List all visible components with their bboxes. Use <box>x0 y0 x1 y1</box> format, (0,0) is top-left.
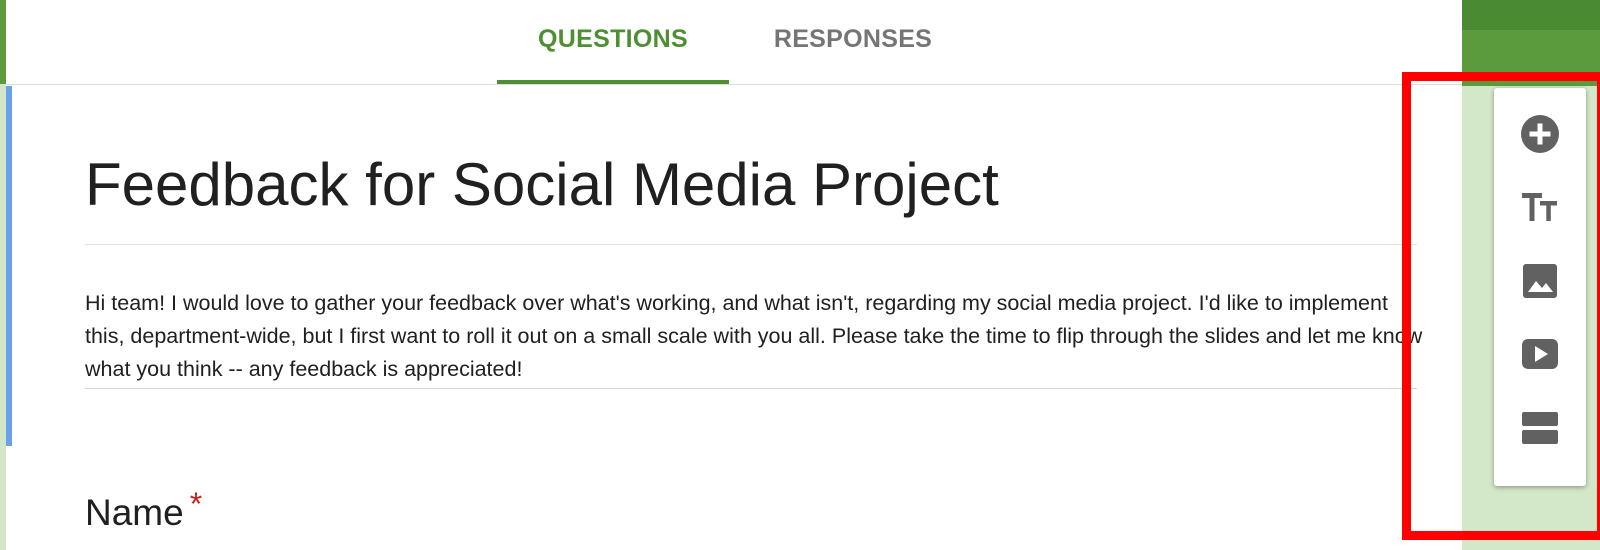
tab-bar: QUESTIONS RESPONSES <box>6 0 1462 85</box>
form-title[interactable]: Feedback for Social Media Project <box>85 150 999 219</box>
add-video-button[interactable] <box>1513 327 1567 381</box>
add-question-icon <box>1521 115 1559 153</box>
add-section-button[interactable] <box>1513 401 1567 455</box>
image-icon <box>1523 264 1557 298</box>
title-underline <box>85 244 1417 245</box>
form-editor-card: QUESTIONS RESPONSES <box>6 0 1462 550</box>
selected-section-indicator <box>6 86 12 446</box>
form-description[interactable]: Hi team! I would love to gather your fee… <box>85 287 1425 386</box>
question-title-text: Name <box>85 492 184 533</box>
description-underline <box>85 388 1417 389</box>
tab-responses[interactable]: RESPONSES <box>737 0 969 83</box>
required-asterisk: * <box>189 486 203 522</box>
title-text-icon <box>1522 193 1557 221</box>
add-question-button[interactable] <box>1513 107 1567 161</box>
add-image-button[interactable] <box>1513 254 1567 308</box>
video-icon <box>1522 339 1558 369</box>
theme-header-right-dark <box>1462 0 1600 30</box>
question-title[interactable]: Name * <box>85 486 202 534</box>
active-tab-indicator <box>497 80 729 84</box>
tab-questions[interactable]: QUESTIONS <box>497 0 729 83</box>
add-title-button[interactable] <box>1513 180 1567 234</box>
section-icon <box>1522 412 1558 444</box>
question-toolbar <box>1494 88 1586 486</box>
